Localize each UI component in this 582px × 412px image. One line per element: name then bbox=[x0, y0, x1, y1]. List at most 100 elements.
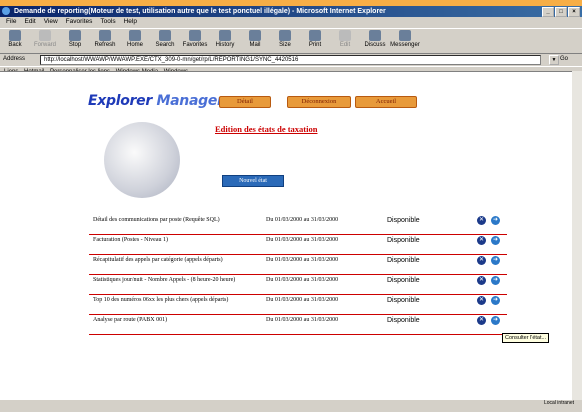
menu-tools[interactable]: Tools bbox=[100, 17, 115, 27]
edit-icon bbox=[339, 30, 351, 41]
minimize-button[interactable]: _ bbox=[542, 7, 554, 17]
report-period: Du 01/03/2000 au 31/03/2000 bbox=[266, 277, 339, 283]
report-period: Du 01/03/2000 au 31/03/2000 bbox=[266, 217, 339, 223]
nav-deconnexion-button[interactable]: Déconnexion bbox=[287, 96, 351, 108]
toolbar-print-button[interactable]: Print bbox=[300, 29, 330, 53]
window-title: Demande de reporting(Moteur de test, uti… bbox=[13, 8, 386, 15]
delete-report-icon[interactable]: ✕ bbox=[477, 256, 486, 265]
size-icon bbox=[279, 30, 291, 41]
report-row: Top 10 des numéros 06xx les plus chers (… bbox=[89, 294, 507, 315]
window-controls: _ □ × bbox=[542, 7, 580, 17]
maximize-button[interactable]: □ bbox=[555, 7, 567, 17]
telephone-dial-illustration bbox=[104, 122, 180, 198]
report-label: Détail des communications par poste (Req… bbox=[93, 217, 220, 223]
report-label: Top 10 des numéros 06xx les plus chers (… bbox=[93, 297, 229, 303]
refresh-icon bbox=[99, 30, 111, 41]
report-row: Analyse par route (PABX 001) Du 01/03/200… bbox=[89, 314, 507, 335]
report-status: Disponible bbox=[387, 317, 420, 324]
mail-icon bbox=[249, 30, 261, 41]
view-report-icon[interactable]: ➜ bbox=[491, 216, 500, 225]
delete-report-icon[interactable]: ✕ bbox=[477, 236, 486, 245]
menu-bar: File Edit View Favorites Tools Help bbox=[0, 17, 582, 27]
menu-favorites[interactable]: Favorites bbox=[66, 17, 93, 27]
toolbar-edit-button: Edit bbox=[330, 29, 360, 53]
menu-help[interactable]: Help bbox=[124, 17, 137, 27]
discuss-icon bbox=[369, 30, 381, 41]
view-report-icon[interactable]: ➜ bbox=[491, 316, 500, 325]
toolbar-refresh-button[interactable]: Refresh bbox=[90, 29, 120, 53]
home-icon bbox=[129, 30, 141, 41]
go-button[interactable]: Go bbox=[560, 54, 568, 65]
forward-arrow-icon bbox=[39, 30, 51, 41]
toolbar-label: Messenger bbox=[390, 42, 420, 48]
view-report-icon[interactable]: ➜ bbox=[491, 276, 500, 285]
menu-edit[interactable]: Edit bbox=[24, 17, 35, 27]
toolbar-search-button[interactable]: Search bbox=[150, 29, 180, 53]
security-zone-label: Local intranet bbox=[543, 400, 574, 406]
toolbar-back-button[interactable]: Back bbox=[0, 29, 30, 53]
title-bar: Demande de reporting(Moteur de test, uti… bbox=[0, 6, 582, 17]
nav-detail-button[interactable]: Détail bbox=[219, 96, 271, 108]
ie-logo-icon bbox=[2, 7, 10, 15]
new-report-button[interactable]: Nouvel état bbox=[222, 175, 284, 187]
toolbar: Back Forward Stop Refresh Home Search Favorite… bbox=[0, 28, 582, 54]
back-arrow-icon bbox=[9, 30, 21, 41]
messenger-icon bbox=[399, 30, 411, 41]
view-report-icon[interactable]: ➜ bbox=[491, 236, 500, 245]
address-bar: Address http://localhost/WWAWP/WWAWP.EXE… bbox=[0, 54, 582, 65]
toolbar-discuss-button[interactable]: Discuss bbox=[360, 29, 390, 53]
toolbar-label: Favorites bbox=[182, 42, 208, 48]
toolbar-stop-button[interactable]: Stop bbox=[60, 29, 90, 53]
report-row: Statistiques jour/nuit - Nombre Appels -… bbox=[89, 274, 507, 295]
view-report-icon[interactable]: ➜ bbox=[491, 296, 500, 305]
history-icon bbox=[219, 30, 231, 41]
print-icon bbox=[309, 30, 321, 41]
address-dropdown-icon[interactable]: ▼ bbox=[549, 55, 559, 65]
delete-report-icon[interactable]: ✕ bbox=[477, 296, 486, 305]
report-row: Détail des communications par poste (Req… bbox=[89, 214, 507, 235]
toolbar-label: Stop bbox=[68, 42, 82, 48]
delete-report-icon[interactable]: ✕ bbox=[477, 316, 486, 325]
toolbar-label: Discuss bbox=[364, 42, 386, 48]
toolbar-history-button[interactable]: History bbox=[210, 29, 240, 53]
favorites-icon bbox=[189, 30, 201, 41]
report-period: Du 01/03/2000 au 31/03/2000 bbox=[266, 257, 339, 263]
toolbar-label: Refresh bbox=[94, 42, 116, 48]
report-period: Du 01/03/2000 au 31/03/2000 bbox=[266, 237, 339, 243]
report-row: Facturation (Postes - Niveau 1) Du 01/03/… bbox=[89, 234, 507, 255]
toolbar-home-button[interactable]: Home bbox=[120, 29, 150, 53]
toolbar-label: Back bbox=[8, 42, 22, 48]
menu-file[interactable]: File bbox=[6, 17, 16, 27]
toolbar-label: Home bbox=[126, 42, 143, 48]
search-icon bbox=[159, 30, 171, 41]
report-period: Du 01/03/2000 au 31/03/2000 bbox=[266, 317, 339, 323]
toolbar-label: Print bbox=[308, 42, 322, 48]
report-label: Analyse par route (PABX 001) bbox=[93, 317, 168, 323]
logo-text-explorer: Explorer bbox=[88, 93, 152, 109]
report-period: Du 01/03/2000 au 31/03/2000 bbox=[266, 297, 339, 303]
toolbar-mail-button[interactable]: Mail bbox=[240, 29, 270, 53]
delete-report-icon[interactable]: ✕ bbox=[477, 276, 486, 285]
view-report-icon[interactable]: ➜ bbox=[491, 256, 500, 265]
nav-accueil-button[interactable]: Accueil bbox=[355, 96, 417, 108]
report-status: Disponible bbox=[387, 237, 420, 244]
toolbar-favorites-button[interactable]: Favorites bbox=[180, 29, 210, 53]
toolbar-messenger-button[interactable]: Messenger bbox=[390, 29, 420, 53]
address-input[interactable]: http://localhost/WWAWP/WWAWP.EXE/CTX_309… bbox=[40, 55, 541, 65]
close-button[interactable]: × bbox=[568, 7, 580, 17]
report-label: Statistiques jour/nuit - Nombre Appels -… bbox=[93, 277, 236, 283]
vertical-scrollbar[interactable] bbox=[572, 71, 582, 400]
toolbar-forward-button: Forward bbox=[30, 29, 60, 53]
page-title: Edition des états de taxation bbox=[215, 124, 318, 134]
toolbar-label: Size bbox=[279, 42, 291, 48]
status-bar: Local intranet bbox=[0, 400, 582, 406]
toolbar-size-button[interactable]: Size bbox=[270, 29, 300, 53]
report-label: Récapitulatif des appels par catégorie (… bbox=[93, 257, 223, 263]
address-label: Address bbox=[3, 56, 26, 62]
toolbar-label: Search bbox=[155, 42, 175, 48]
delete-report-icon[interactable]: ✕ bbox=[477, 216, 486, 225]
menu-view[interactable]: View bbox=[44, 17, 58, 27]
report-status: Disponible bbox=[387, 257, 420, 264]
explorer-manager-logo: Explorer Manager bbox=[88, 93, 224, 109]
toolbar-label: Forward bbox=[33, 42, 56, 48]
